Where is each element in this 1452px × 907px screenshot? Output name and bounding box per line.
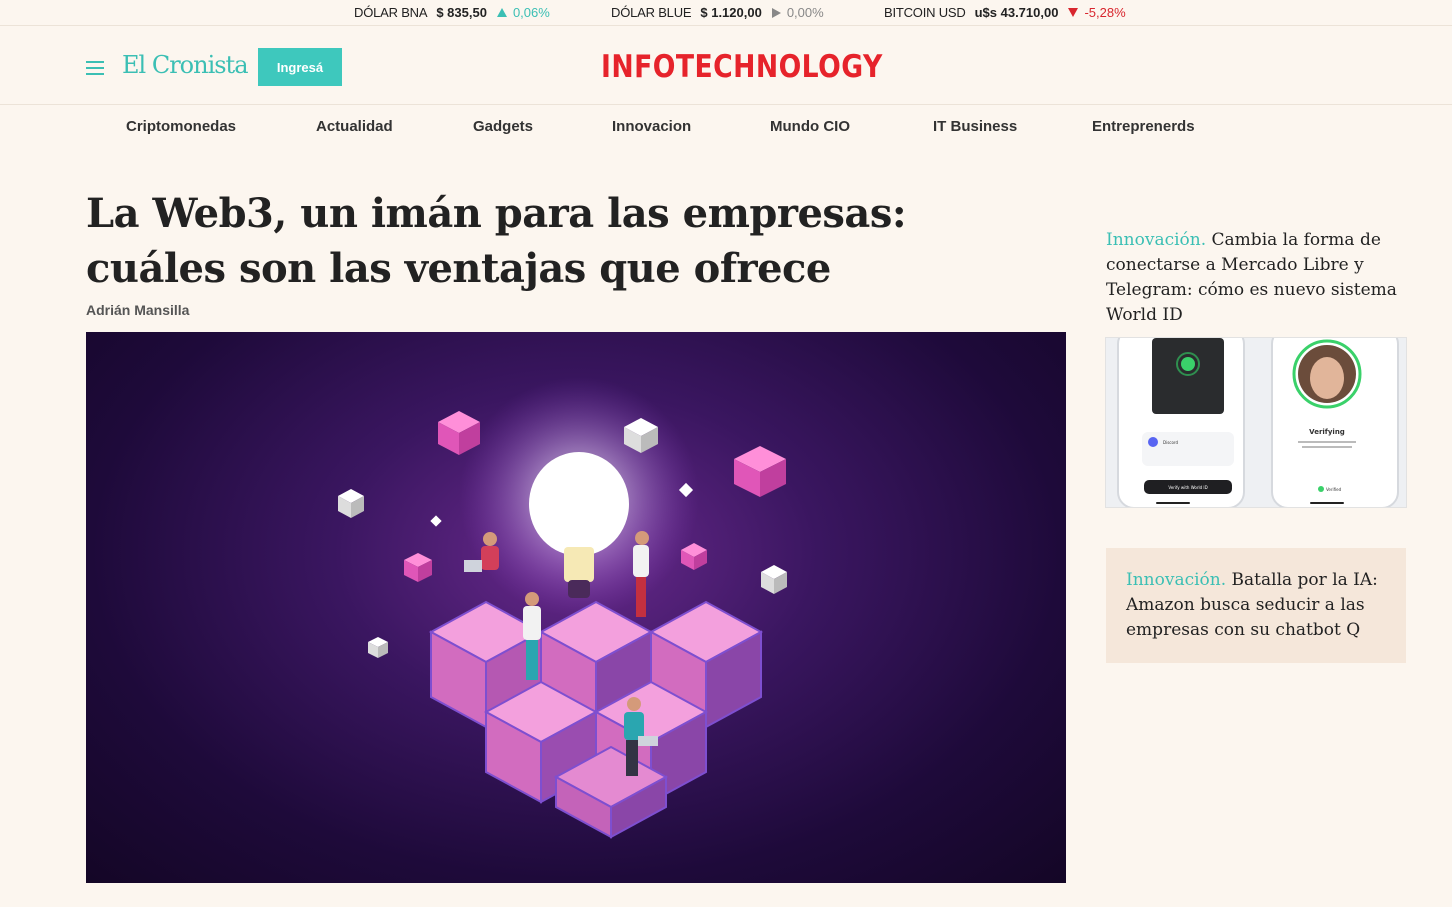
section-nav: Criptomonedas Actualidad Gadgets Innovac… bbox=[0, 106, 1452, 150]
ticker-value: $ 835,50 bbox=[436, 5, 487, 20]
nav-item-entreprenerds[interactable]: Entreprenerds bbox=[1092, 118, 1195, 135]
ticker-change: -5,28% bbox=[1084, 5, 1126, 20]
ticker-value: $ 1.120,00 bbox=[700, 5, 762, 20]
ticker-name: BITCOIN USD bbox=[884, 5, 966, 20]
ticker-name: DÓLAR BLUE bbox=[611, 5, 692, 20]
phone-app-label: Discord bbox=[1163, 440, 1178, 445]
sidebar-article-title[interactable]: Innovación. Cambia la forma de conectars… bbox=[1106, 228, 1406, 328]
article-author[interactable]: Adrián Mansilla bbox=[86, 302, 189, 318]
ticker-dolar-bna[interactable]: DÓLAR BNA $ 835,50 0,06% bbox=[354, 5, 550, 20]
nav-item-criptomonedas[interactable]: Criptomonedas bbox=[126, 118, 236, 135]
brand-logo-part1: INFO bbox=[601, 49, 676, 85]
login-button[interactable]: Ingresá bbox=[258, 48, 342, 86]
nav-item-mundo-cio[interactable]: Mundo CIO bbox=[770, 118, 850, 135]
phone-verifying-label: Verifying bbox=[1309, 428, 1345, 436]
sidebar-article-1[interactable]: Innovación. Cambia la forma de conectars… bbox=[1106, 228, 1406, 328]
el-cronista-logo[interactable]: El Cronista bbox=[122, 51, 249, 79]
ticker-dolar-blue[interactable]: DÓLAR BLUE $ 1.120,00 0,00% bbox=[611, 5, 824, 20]
brand-logo-part2: TECHNOLOGY bbox=[675, 49, 883, 85]
sidebar-article-image[interactable]: Discord Verify with World ID Verifying V… bbox=[1105, 337, 1407, 508]
site-header: El Cronista Ingresá INFOTECHNOLOGY bbox=[0, 27, 1452, 105]
arrow-up-icon bbox=[496, 8, 507, 17]
nav-item-gadgets[interactable]: Gadgets bbox=[473, 118, 533, 135]
ticker-bitcoin[interactable]: BITCOIN USD u$s 43.710,00 -5,28% bbox=[884, 5, 1126, 20]
phone-verified-label: Verified bbox=[1326, 487, 1342, 492]
hamburger-menu-icon[interactable] bbox=[86, 61, 104, 75]
arrow-down-icon bbox=[1068, 8, 1079, 17]
nav-item-innovacion[interactable]: Innovacion bbox=[612, 118, 691, 135]
arrow-right-icon bbox=[771, 7, 781, 18]
ticker-name: DÓLAR BNA bbox=[354, 5, 428, 20]
sidebar-article-title[interactable]: Innovación. Batalla por la IA: Amazon bu… bbox=[1126, 568, 1386, 643]
phone-verify-button-label: Verify with World ID bbox=[1168, 485, 1207, 490]
article-hero-image bbox=[86, 332, 1066, 883]
ticker-value: u$s 43.710,00 bbox=[974, 5, 1059, 20]
sidebar-article-2[interactable]: Innovación. Batalla por la IA: Amazon bu… bbox=[1106, 548, 1406, 663]
infotechnology-logo[interactable]: INFOTECHNOLOGY bbox=[601, 49, 883, 85]
sidebar-article-tag: Innovación. bbox=[1106, 230, 1207, 250]
ticker-change: 0,06% bbox=[512, 5, 550, 20]
sidebar-article-tag: Innovación. bbox=[1126, 570, 1227, 590]
ticker-change: 0,00% bbox=[786, 5, 824, 20]
nav-item-it-business[interactable]: IT Business bbox=[933, 118, 1017, 135]
market-ticker: DÓLAR BNA $ 835,50 0,06% DÓLAR BLUE $ 1.… bbox=[0, 0, 1452, 26]
web3-illustration bbox=[338, 377, 787, 839]
nav-item-actualidad[interactable]: Actualidad bbox=[316, 118, 393, 135]
world-id-phones-image: Discord Verify with World ID Verifying V… bbox=[1106, 338, 1406, 507]
article-headline: La Web3, un imán para las empresas: cuál… bbox=[86, 190, 907, 292]
